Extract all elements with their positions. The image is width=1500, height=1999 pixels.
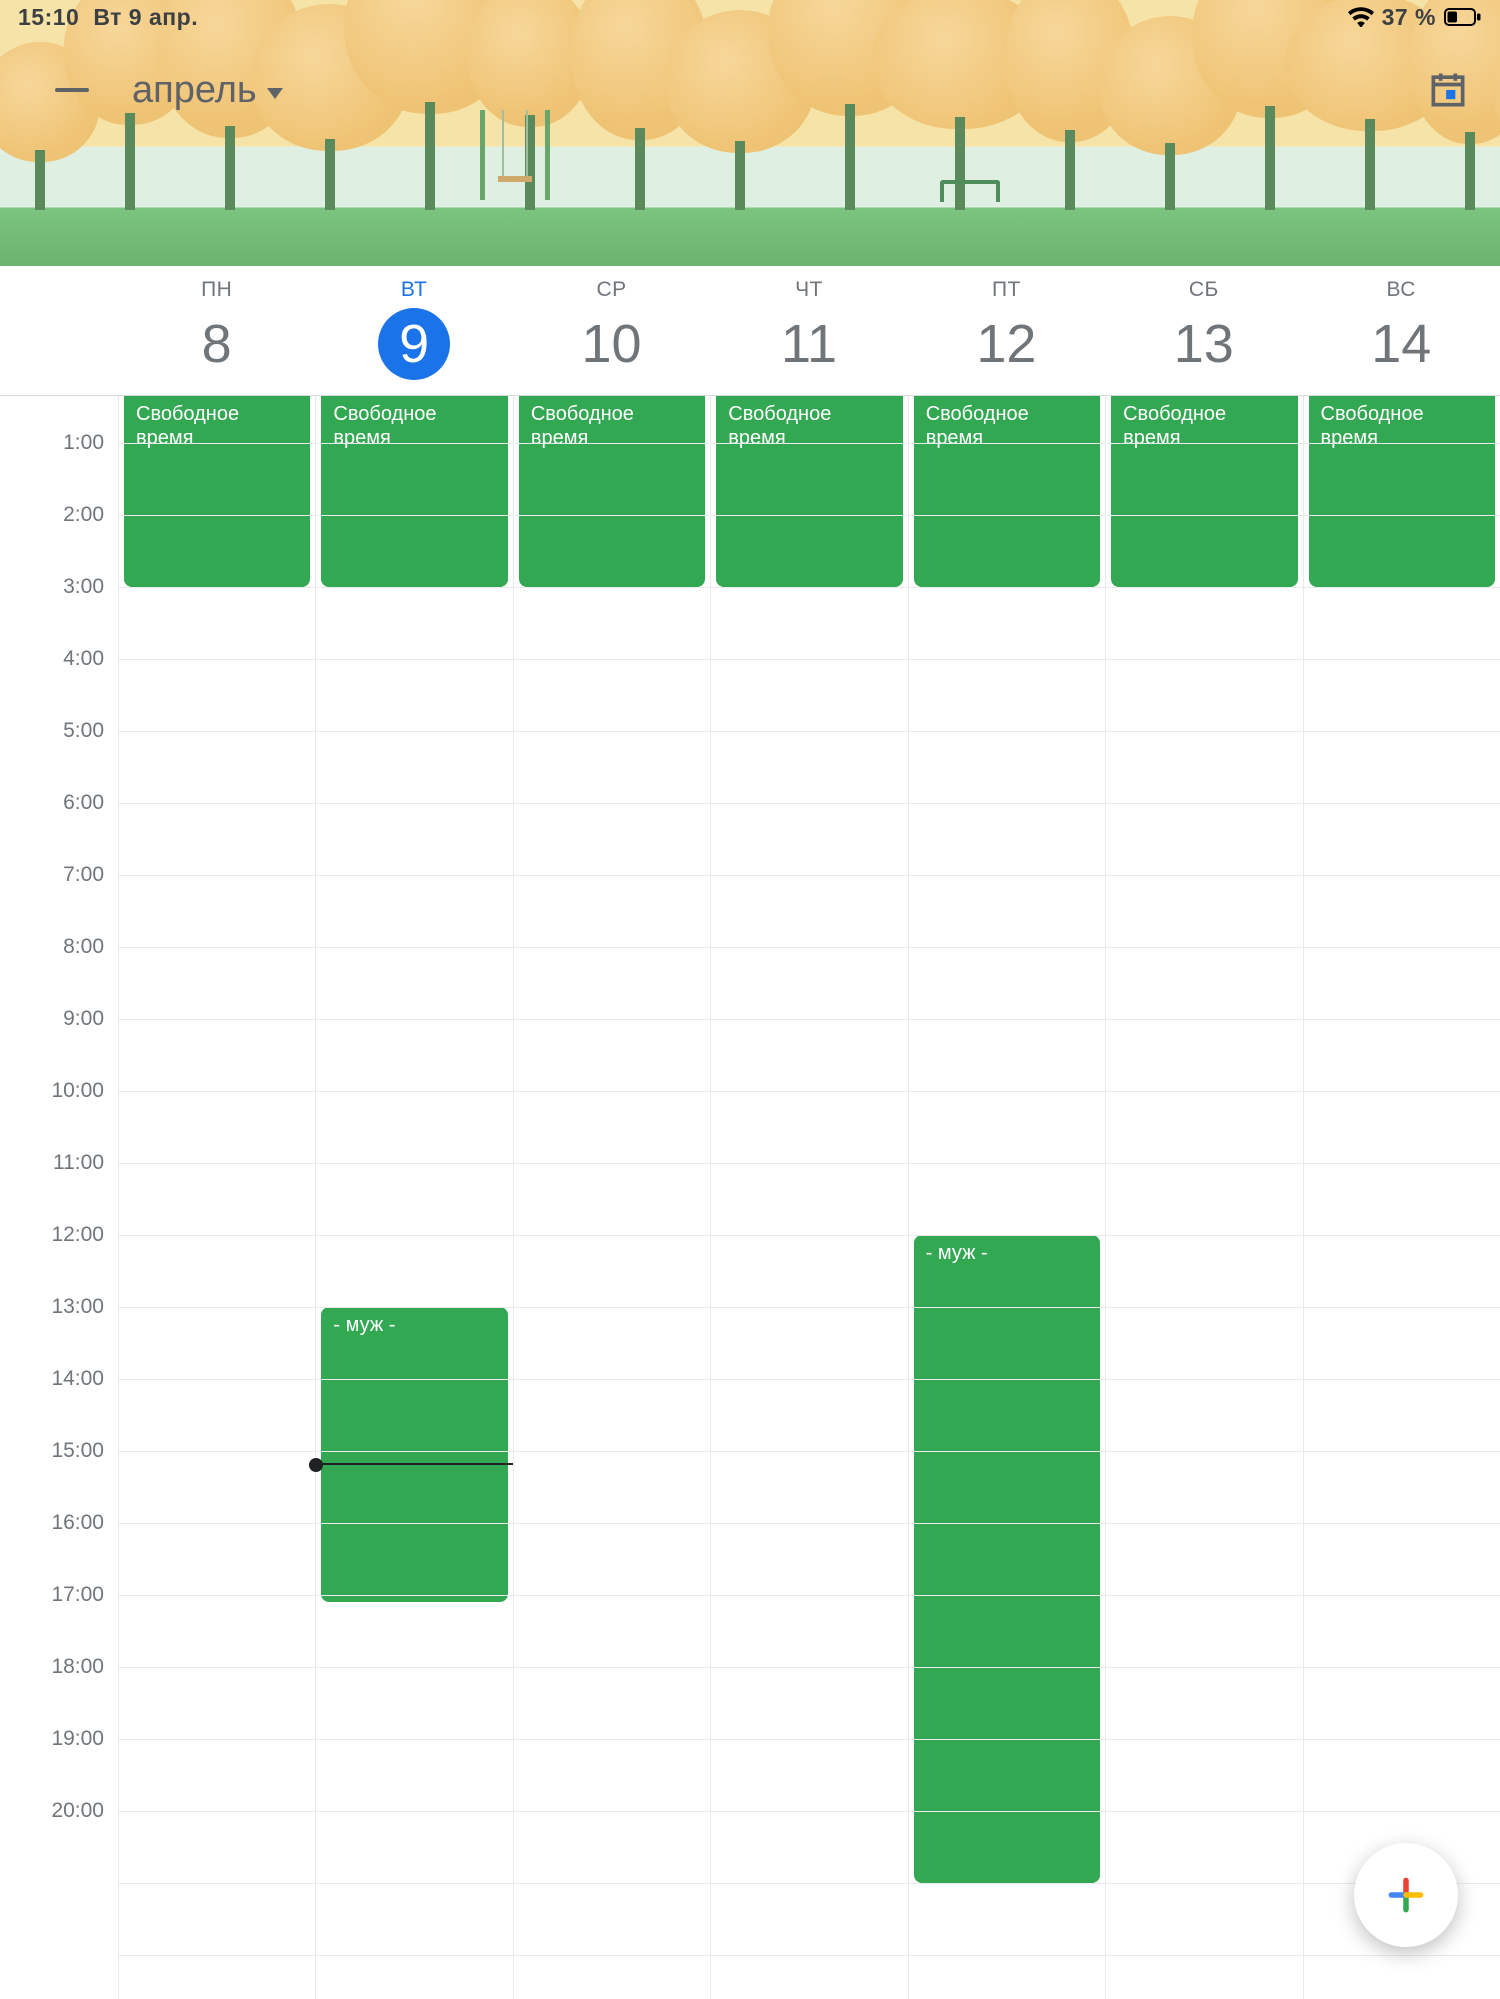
event-item[interactable]: - муж -	[321, 1307, 507, 1602]
event-free-time[interactable]: Свободное время	[1309, 396, 1495, 587]
hour-label: 6:00	[63, 791, 104, 815]
event-free-time[interactable]: Свободное время	[321, 396, 507, 587]
hour-label: 15:00	[51, 1439, 104, 1463]
event-free-time[interactable]: Свободное время	[519, 396, 705, 587]
hour-gridline	[118, 947, 1500, 948]
calendar-grid[interactable]: 1:00 2:00 3:00 4:00 5:00 6:00 7:00 8:00 9:00 10:0…	[0, 396, 1500, 1999]
day-of-month-label: 8	[181, 308, 253, 380]
calendar-today-icon	[1426, 68, 1470, 112]
hour-gridline	[118, 1667, 1500, 1668]
hour-gridline	[118, 1163, 1500, 1164]
day-header-2[interactable]: СР 10	[513, 266, 710, 395]
hour-gridline	[118, 659, 1500, 660]
hour-label: 1:00	[63, 431, 104, 455]
hour-label: 8:00	[63, 935, 104, 959]
day-of-week-label: СБ	[1189, 278, 1219, 302]
day-of-week-label: ПН	[201, 278, 232, 302]
day-header-3[interactable]: ЧТ 11	[710, 266, 907, 395]
menu-button[interactable]	[46, 64, 98, 116]
hour-label: 12:00	[51, 1223, 104, 1247]
hour-label: 18:00	[51, 1655, 104, 1679]
hour-label: 14:00	[51, 1367, 104, 1391]
day-of-month-label: 11	[773, 308, 845, 380]
hour-gridline	[118, 587, 1500, 588]
hour-gridline	[118, 803, 1500, 804]
day-column-4[interactable]: Свободное время - муж -	[908, 396, 1105, 1999]
event-free-time[interactable]: Свободное время	[716, 396, 902, 587]
hour-gridline	[118, 1019, 1500, 1020]
day-header-6[interactable]: ВС 14	[1303, 266, 1500, 395]
day-of-month-label: 13	[1168, 308, 1240, 380]
day-header-0[interactable]: ПН 8	[118, 266, 315, 395]
day-of-month-label: 9	[378, 308, 450, 380]
hour-label: 10:00	[51, 1079, 104, 1103]
hour-gridline	[118, 1595, 1500, 1596]
day-header-4[interactable]: ПТ 12	[908, 266, 1105, 395]
day-column-1[interactable]: Свободное время - муж -	[315, 396, 512, 1999]
event-free-time[interactable]: Свободное время	[1111, 396, 1297, 587]
status-time: 15:10	[18, 4, 79, 31]
hour-gridline	[118, 1955, 1500, 1956]
plus-icon	[1384, 1873, 1428, 1917]
day-column-0[interactable]: Свободное время	[118, 396, 315, 1999]
day-header-5[interactable]: СБ 13	[1105, 266, 1302, 395]
hour-label: 3:00	[63, 575, 104, 599]
day-of-month-label: 14	[1365, 308, 1437, 380]
status-battery-pct: 37 %	[1382, 4, 1436, 31]
hour-gridline	[118, 1091, 1500, 1092]
status-bar: 15:10 Вт 9 апр. 37 %	[0, 0, 1500, 30]
day-of-week-label: СР	[596, 278, 626, 302]
hour-label: 16:00	[51, 1511, 104, 1535]
hour-label: 9:00	[63, 1007, 104, 1031]
hour-label: 20:00	[51, 1799, 104, 1823]
hour-label: 11:00	[53, 1151, 104, 1175]
hour-label: 13:00	[51, 1295, 104, 1319]
month-label: апрель	[132, 69, 257, 112]
event-item[interactable]: - муж -	[914, 1235, 1100, 1883]
month-picker[interactable]: апрель	[132, 69, 283, 112]
hour-gridline	[118, 875, 1500, 876]
hour-label: 17:00	[51, 1583, 104, 1607]
day-of-week-label: ЧТ	[795, 278, 823, 302]
hour-label: 4:00	[63, 647, 104, 671]
app-bar: апрель	[0, 30, 1500, 130]
hour-gridline	[118, 1235, 1500, 1236]
hour-gridline	[118, 1811, 1500, 1812]
day-column-5[interactable]: Свободное время	[1105, 396, 1302, 1999]
day-column-2[interactable]: Свободное время	[513, 396, 710, 1999]
hour-gridline	[118, 731, 1500, 732]
hour-gridline	[118, 1523, 1500, 1524]
day-of-month-label: 10	[576, 308, 648, 380]
chevron-down-icon	[267, 88, 283, 99]
day-column-6[interactable]: Свободное время	[1303, 396, 1500, 1999]
day-of-week-label: ВТ	[401, 278, 427, 302]
hour-gridline	[118, 1379, 1500, 1380]
day-header-row: ПН 8 ВТ 9 СР 10 ЧТ 11 ПТ 12 СБ 13 ВС 14	[0, 266, 1500, 396]
hour-gridline	[118, 515, 1500, 516]
hour-gridline	[118, 1307, 1500, 1308]
day-of-week-label: ВС	[1387, 278, 1416, 302]
current-time-indicator	[316, 1463, 512, 1465]
hour-label: 5:00	[63, 719, 104, 743]
day-column-3[interactable]: Свободное время	[710, 396, 907, 1999]
event-free-time[interactable]: Свободное время	[914, 396, 1100, 587]
hour-gridline	[118, 1451, 1500, 1452]
hour-label: 7:00	[63, 863, 104, 887]
status-date: Вт 9 апр.	[93, 4, 198, 31]
battery-icon	[1444, 7, 1482, 27]
hour-label: 2:00	[63, 503, 104, 527]
today-button[interactable]	[1426, 68, 1470, 112]
event-free-time[interactable]: Свободное время	[124, 396, 310, 587]
menu-icon	[55, 88, 89, 92]
day-of-week-label: ПТ	[992, 278, 1021, 302]
hour-gridline	[118, 443, 1500, 444]
time-gutter: 1:00 2:00 3:00 4:00 5:00 6:00 7:00 8:00 9:00 10:0…	[0, 396, 118, 1999]
create-event-button[interactable]	[1354, 1843, 1458, 1947]
wifi-icon	[1348, 7, 1374, 27]
hour-gridline	[118, 1883, 1500, 1884]
hour-label: 19:00	[51, 1727, 104, 1751]
day-of-month-label: 12	[970, 308, 1042, 380]
day-header-1[interactable]: ВТ 9	[315, 266, 512, 395]
hour-gridline	[118, 1739, 1500, 1740]
